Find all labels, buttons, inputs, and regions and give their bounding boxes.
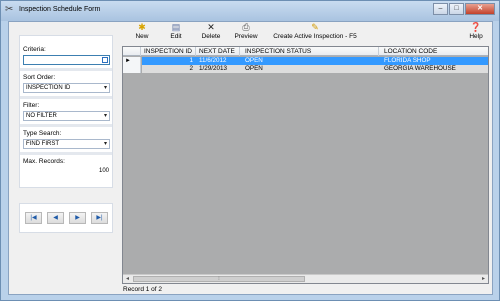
column-header-location-code[interactable]: LOCATION CODE — [379, 47, 488, 56]
minimize-button[interactable]: – — [433, 3, 448, 15]
column-header-next-date[interactable]: NEXT DATE — [196, 47, 240, 56]
record-navigation: |◀ ◀ ▶ ▶| — [19, 203, 113, 233]
preview-button[interactable]: ⎙ Preview — [232, 22, 260, 41]
edit-button[interactable]: ▤ Edit — [166, 22, 186, 41]
form-client-area: Criteria: Sort Order: INSPECTION ID ▾ Fi… — [8, 21, 493, 295]
last-icon: ▶| — [96, 215, 103, 221]
column-header-inspection-id[interactable]: INSPECTION ID — [141, 47, 196, 56]
cell-location-code[interactable]: FLORIDA SHOP — [379, 57, 488, 65]
criteria-input[interactable] — [23, 55, 110, 65]
edit-icon: ▤ — [171, 22, 181, 32]
help-icon: ❓ — [470, 22, 482, 32]
type-search-select[interactable]: FIND FIRST ▾ — [23, 139, 110, 149]
row-header — [123, 65, 141, 73]
help-button[interactable]: ❓ Help — [467, 22, 485, 41]
table-row[interactable]: ► 1 11/6/2012 OPEN FLORIDA SHOP — [123, 57, 488, 65]
delete-button[interactable]: ✕ Delete — [198, 22, 224, 41]
type-search-label: Type Search: — [23, 130, 62, 137]
preview-icon: ⎙ — [242, 22, 250, 32]
horizontal-scrollbar[interactable]: ◂ ⁞ ▸ — [123, 274, 488, 283]
window-title: Inspection Schedule Form — [19, 6, 101, 13]
cell-next-date[interactable]: 11/6/2012 — [196, 57, 240, 65]
delete-icon: ✕ — [207, 22, 215, 32]
divider — [20, 68, 112, 71]
filter-select[interactable]: NO FILTER ▾ — [23, 111, 110, 121]
close-button[interactable]: ✕ — [465, 3, 495, 15]
title-bar: ✂ Inspection Schedule Form – □ ✕ — [1, 1, 499, 21]
cell-inspection-status[interactable]: OPEN — [240, 65, 379, 73]
previous-record-button[interactable]: ◀ — [47, 212, 64, 224]
chevron-down-icon: ▾ — [103, 113, 107, 119]
filter-label: Filter: — [23, 102, 40, 109]
chevron-down-icon: ▾ — [103, 85, 107, 91]
row-header-corner — [123, 47, 141, 56]
search-panel: Criteria: Sort Order: INSPECTION ID ▾ Fi… — [19, 35, 113, 188]
scrollbar-thumb[interactable]: ⁞ — [133, 276, 305, 282]
cell-inspection-status[interactable]: OPEN — [240, 57, 379, 65]
divider — [20, 96, 112, 99]
inspection-schedule-window: ✂ Inspection Schedule Form – □ ✕ Criteri… — [0, 0, 500, 301]
app-icon: ✂ — [5, 4, 14, 15]
new-button[interactable]: ✱ New — [132, 22, 152, 41]
divider — [20, 124, 112, 127]
scroll-left-icon[interactable]: ◂ — [123, 275, 132, 283]
scroll-right-icon[interactable]: ▸ — [479, 275, 488, 283]
toolbar: ✱ New ▤ Edit ✕ Delete ⎙ Preview ✎ Create… — [122, 22, 493, 43]
max-records-input[interactable]: 100 — [99, 168, 109, 174]
criteria-label: Criteria: — [23, 46, 46, 53]
calendar-icon[interactable] — [102, 57, 108, 63]
sort-order-label: Sort Order: — [23, 74, 56, 81]
sort-order-select[interactable]: INSPECTION ID ▾ — [23, 83, 110, 93]
cell-next-date[interactable]: 1/29/2013 — [196, 65, 240, 73]
first-record-button[interactable]: |◀ — [25, 212, 42, 224]
chevron-down-icon: ▾ — [103, 141, 107, 147]
grid-header: INSPECTION ID NEXT DATE INSPECTION STATU… — [123, 47, 488, 56]
previous-icon: ◀ — [53, 215, 58, 221]
cell-inspection-id[interactable]: 2 — [142, 65, 196, 73]
window-controls: – □ ✕ — [432, 3, 495, 15]
table-row[interactable]: 2 1/29/2013 OPEN GEORGIA WAREHOUSE — [123, 65, 488, 73]
maximize-button[interactable]: □ — [449, 3, 464, 15]
cell-location-code[interactable]: GEORGIA WAREHOUSE — [379, 65, 488, 73]
cell-inspection-id[interactable]: 1 — [142, 57, 196, 65]
create-active-inspection-button[interactable]: ✎ Create Active Inspection - F5 — [266, 22, 364, 41]
column-header-inspection-status[interactable]: INSPECTION STATUS — [240, 47, 379, 56]
last-record-button[interactable]: ▶| — [91, 212, 108, 224]
next-icon: ▶ — [75, 215, 80, 221]
record-status: Record 1 of 2 — [123, 286, 163, 293]
new-document-icon: ✱ — [138, 22, 146, 32]
inspection-grid[interactable]: INSPECTION ID NEXT DATE INSPECTION STATU… — [122, 46, 489, 284]
next-record-button[interactable]: ▶ — [69, 212, 86, 224]
max-records-label: Max. Records: — [23, 158, 65, 165]
divider — [20, 152, 112, 155]
current-row-icon: ► — [123, 57, 141, 65]
first-icon: |◀ — [30, 215, 37, 221]
inspection-icon: ✎ — [311, 22, 319, 32]
